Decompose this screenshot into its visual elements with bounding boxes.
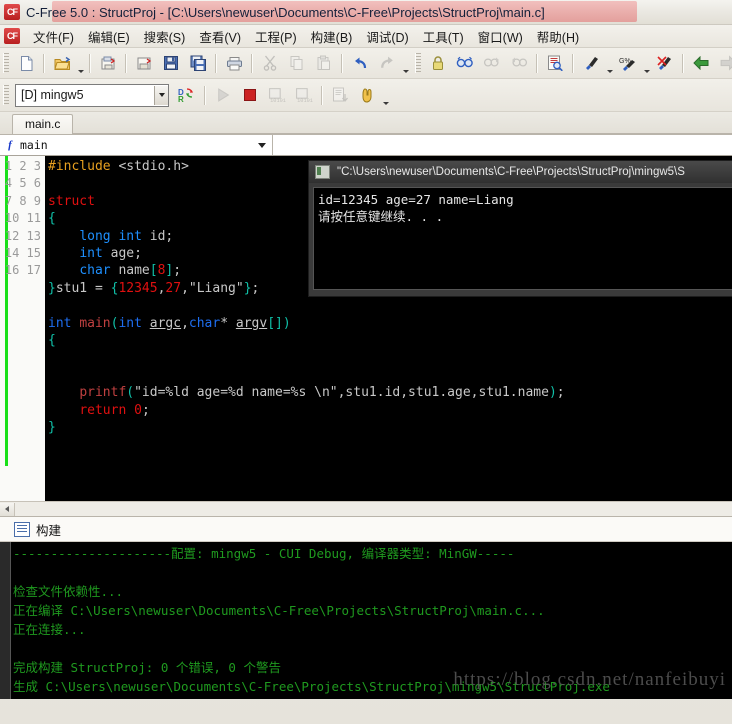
build-toolbar: [D] mingw5 DR 10101 10101 (0, 79, 732, 112)
print-icon[interactable] (221, 50, 247, 76)
run-icon[interactable] (210, 82, 236, 108)
menu-search[interactable]: 搜索(S) (137, 25, 193, 48)
compile-icon[interactable] (578, 50, 604, 76)
clean-icon[interactable] (652, 50, 678, 76)
open-folder-icon[interactable] (49, 50, 75, 76)
menu-edit[interactable]: 编辑(E) (81, 25, 137, 48)
compile-dropdown-arrow[interactable] (605, 49, 614, 78)
build-output-area[interactable]: ---------------------配置: mingw5 - CUI De… (0, 542, 732, 699)
toolbar-separator (572, 53, 574, 73)
lock-icon[interactable] (425, 50, 451, 76)
stop-icon[interactable] (237, 82, 263, 108)
menu-project[interactable]: 工程(P) (248, 25, 304, 48)
toolbar-separator (204, 85, 206, 105)
cut-icon[interactable] (257, 50, 283, 76)
find-prev-icon[interactable] (506, 50, 532, 76)
svg-text:10101: 10101 (297, 98, 313, 103)
new-file-icon[interactable] (13, 50, 39, 76)
build-panel-header: 构建 (0, 516, 732, 542)
paste-icon[interactable] (311, 50, 337, 76)
console-title-bar: "C:\Users\newuser\Documents\C-Free\Proje… (309, 161, 732, 183)
menu-view[interactable]: 查看(V) (192, 25, 248, 48)
open-dropdown-arrow[interactable] (76, 49, 85, 78)
undo-icon[interactable] (347, 50, 373, 76)
function-selector-value: main (20, 138, 48, 152)
editor-gutter: 1 2 3 4 5 6 7 8 9 10 11 12 13 14 15 16 1… (0, 156, 46, 501)
build-dropdown-arrow[interactable] (642, 49, 651, 78)
step-into-icon[interactable]: 10101 (291, 82, 317, 108)
build-panel-title: 构建 (36, 523, 62, 538)
menu-build[interactable]: 构建(B) (304, 25, 360, 48)
toolbar-separator (215, 53, 217, 73)
build-output-icon (14, 521, 30, 537)
console-output: id=12345 age=27 name=Liang 请按任意键继续. . . (313, 187, 732, 290)
menu-debug[interactable]: 调试(D) (359, 25, 415, 48)
program-console-window[interactable]: "C:\Users\newuser\Documents\C-Free\Proje… (308, 160, 732, 297)
go-to-line-icon[interactable] (327, 82, 353, 108)
save-all-icon[interactable] (185, 50, 211, 76)
title-bar: CF C-Free 5.0 : StructProj - [C:\Users\n… (0, 0, 732, 25)
watermark-text: https://blog.csdn.net/nanfeibuyi (453, 669, 726, 690)
chevron-down-icon[interactable] (252, 142, 272, 148)
tab-strip-filler (73, 130, 732, 134)
redo-icon[interactable] (374, 50, 400, 76)
toolbar-separator (251, 53, 253, 73)
scroll-left-icon[interactable] (0, 502, 15, 516)
back-icon[interactable] (688, 50, 714, 76)
toolbar-grip[interactable] (3, 53, 9, 73)
build-and-run-icon[interactable]: DR (174, 82, 200, 108)
menu-help[interactable]: 帮助(H) (530, 25, 586, 48)
toolbar-separator (321, 85, 323, 105)
build-configuration-value: [D] mingw5 (21, 88, 84, 102)
function-icon: f (8, 139, 12, 151)
chevron-down-icon[interactable] (154, 85, 168, 105)
line-numbers: 1 2 3 4 5 6 7 8 9 10 11 12 13 14 15 16 1… (4, 159, 41, 278)
function-selector-combo[interactable]: f main (0, 135, 273, 155)
document-tab-strip: main.c (0, 112, 732, 134)
find-icon[interactable] (452, 50, 478, 76)
toolbar-separator (89, 53, 91, 73)
window-title: C-Free 5.0 : StructProj - [C:\Users\newu… (26, 4, 545, 20)
menu-window[interactable]: 窗口(W) (471, 25, 530, 48)
console-window-title: "C:\Users\newuser\Documents\C-Free\Proje… (337, 166, 685, 178)
build-output-scrollbar[interactable] (0, 542, 11, 699)
save-icon[interactable] (158, 50, 184, 76)
find-in-files-icon[interactable] (542, 50, 568, 76)
build-icon[interactable]: G% (615, 50, 641, 76)
c-free-ide-window: CF C-Free 5.0 : StructProj - [C:\Users\n… (0, 0, 732, 724)
build-configuration-combo[interactable]: [D] mingw5 (15, 83, 169, 107)
tab-main-c[interactable]: main.c (12, 114, 74, 134)
editor-horizontal-scrollbar[interactable] (0, 501, 732, 516)
menu-app-icon: CF (4, 28, 20, 44)
app-logo-icon: CF (4, 4, 20, 20)
toolbar-separator (43, 53, 45, 73)
menu-file[interactable]: 文件(F) (26, 25, 81, 48)
find-next-icon[interactable] (479, 50, 505, 76)
toolbar-separator (682, 53, 684, 73)
undo-dropdown-arrow[interactable] (401, 49, 410, 78)
svg-text:10101: 10101 (270, 98, 286, 103)
step-over-icon[interactable]: 10101 (264, 82, 290, 108)
toolbar-separator (125, 53, 127, 73)
svg-text:R: R (178, 95, 184, 103)
build-panel: 构建 ---------------------配置: mingw5 - CUI… (0, 516, 732, 699)
function-selector-bar: f main (0, 134, 732, 156)
forward-icon[interactable] (715, 50, 732, 76)
toolbar-grip[interactable] (415, 53, 421, 73)
toolbar-separator (341, 53, 343, 73)
toolbar-separator (536, 53, 538, 73)
save-project-icon[interactable] (131, 50, 157, 76)
toolbar-grip[interactable] (3, 85, 9, 105)
main-toolbar: G% (0, 48, 732, 79)
debug-dropdown-arrow[interactable] (381, 81, 390, 110)
pause-icon[interactable] (354, 82, 380, 108)
menu-bar: CF 文件(F) 编辑(E) 搜索(S) 查看(V) 工程(P) 构建(B) 调… (0, 25, 732, 48)
console-icon (315, 165, 330, 179)
copy-icon[interactable] (284, 50, 310, 76)
open-project-icon[interactable] (95, 50, 121, 76)
menu-tools[interactable]: 工具(T) (416, 25, 471, 48)
